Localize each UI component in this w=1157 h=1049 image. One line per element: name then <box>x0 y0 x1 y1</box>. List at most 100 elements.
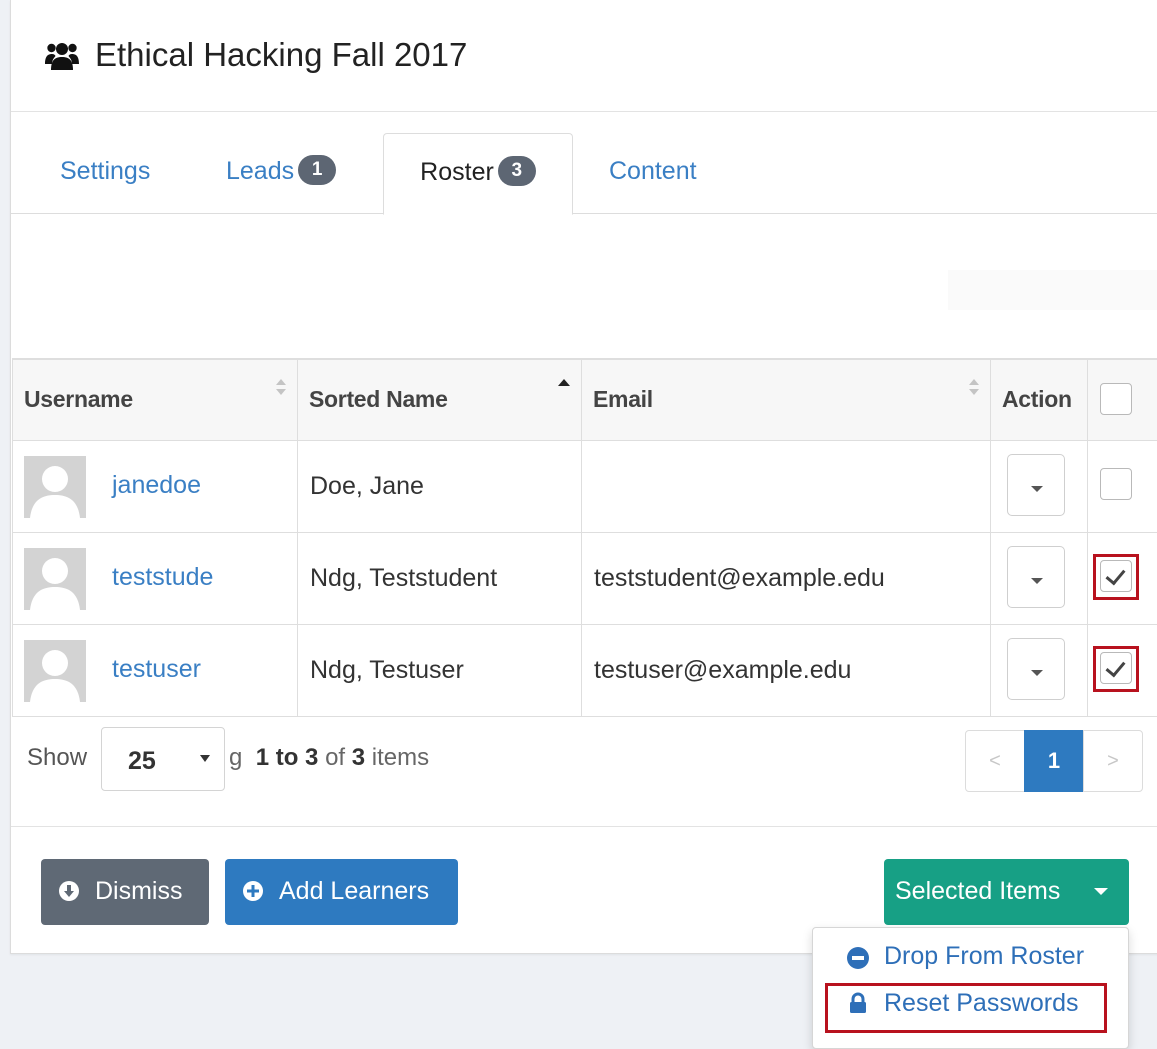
roster-table: Username Sorted Name Email <box>12 358 1157 717</box>
email-header-label: Email <box>593 386 653 413</box>
sort-ascending-icon <box>557 378 571 396</box>
action-cell <box>991 441 1088 533</box>
tab-leads-label: Leads <box>226 157 294 185</box>
action-cell <box>991 533 1088 625</box>
page-size-value: 25 <box>128 747 156 776</box>
username-header-label: Username <box>24 386 133 413</box>
reset-passwords-label: Reset Passwords <box>884 989 1079 1018</box>
dismiss-label: Dismiss <box>95 859 183 923</box>
dropdown-arrow-icon <box>200 755 210 762</box>
page-title: Ethical Hacking Fall 2017 <box>95 36 467 74</box>
paging-info-prefix: g <box>229 744 242 771</box>
tab-roster[interactable]: Roster3 <box>383 133 573 215</box>
column-header-select <box>1088 359 1157 441</box>
caret-down-icon <box>1094 888 1108 895</box>
table-row: janedoe Doe, Jane <box>13 441 1157 533</box>
footer-divider <box>11 826 1157 827</box>
toolbar-placeholder <box>948 270 1157 310</box>
paging-info: g 1 to 3 of 3 items <box>229 744 429 772</box>
username-link[interactable]: testuser <box>112 655 201 684</box>
avatar <box>24 640 86 702</box>
sorted-name-cell: Ndg, Testuser <box>298 625 582 717</box>
email-cell: teststudent@example.edu <box>582 533 991 625</box>
table-header-row: Username Sorted Name Email <box>13 359 1157 441</box>
email-cell <box>582 441 991 533</box>
sort-both-icon <box>968 378 980 396</box>
sorted-name-cell: Ndg, Teststudent <box>298 533 582 625</box>
action-cell <box>991 625 1088 717</box>
username-link[interactable]: teststude <box>112 563 213 592</box>
selected-items-menu: Drop From Roster Reset Passwords <box>812 927 1129 1049</box>
email-cell: testuser@example.edu <box>582 625 991 717</box>
tab-settings-label: Settings <box>60 157 150 185</box>
row-action-dropdown-button[interactable] <box>1007 638 1065 700</box>
column-header-sorted-name[interactable]: Sorted Name <box>298 359 582 441</box>
page-1-button[interactable]: 1 <box>1024 730 1084 792</box>
column-header-action: Action <box>991 359 1088 441</box>
caret-down-icon <box>1031 578 1043 584</box>
email-text: teststudent@example.edu <box>594 564 885 593</box>
paging-info-suffix: items <box>372 744 429 771</box>
plus-circle-icon <box>243 881 263 901</box>
tab-content-label: Content <box>609 157 697 185</box>
sorted-name-text: Ndg, Teststudent <box>310 564 497 593</box>
paging-info-of: of <box>325 744 345 771</box>
pagination: < 1 > <box>965 730 1143 792</box>
tab-content[interactable]: Content <box>609 133 697 212</box>
sort-both-icon <box>275 378 287 396</box>
username-link[interactable]: janedoe <box>112 471 201 500</box>
tab-bar: Settings Leads1 Roster3 Content <box>11 111 1157 214</box>
sorted-name-text: Doe, Jane <box>310 472 424 501</box>
paging-info-range: 1 to 3 <box>256 744 319 771</box>
leads-count-badge: 1 <box>298 155 336 185</box>
row-action-dropdown-button[interactable] <box>1007 454 1065 516</box>
show-label: Show <box>27 744 87 772</box>
add-learners-button[interactable]: Add Learners <box>225 859 458 925</box>
lock-icon <box>847 992 869 1014</box>
tab-settings[interactable]: Settings <box>60 133 150 212</box>
table-row: teststude Ndg, Teststudent teststudent@e… <box>13 533 1157 625</box>
sorted-name-text: Ndg, Testuser <box>310 656 464 685</box>
arrow-circle-down-icon <box>59 881 79 901</box>
username-cell: teststude <box>13 533 298 625</box>
panel-header: Ethical Hacking Fall 2017 <box>11 0 1157 112</box>
caret-down-icon <box>1031 670 1043 676</box>
row-select-checkbox[interactable] <box>1100 652 1132 684</box>
course-panel: Ethical Hacking Fall 2017 Settings Leads… <box>10 0 1157 954</box>
select-cell <box>1088 625 1157 717</box>
column-header-email[interactable]: Email <box>582 359 991 441</box>
checkmark-icon <box>1106 657 1126 678</box>
selected-items-dropdown-button[interactable]: Selected Items <box>884 859 1129 925</box>
username-cell: janedoe <box>13 441 298 533</box>
select-all-checkbox[interactable] <box>1100 383 1132 415</box>
add-learners-label: Add Learners <box>279 859 429 923</box>
checkmark-icon <box>1106 565 1126 586</box>
avatar <box>24 548 86 610</box>
paging-info-total: 3 <box>352 744 365 771</box>
caret-down-icon <box>1031 486 1043 492</box>
next-page-button[interactable]: > <box>1083 730 1143 792</box>
username-cell: testuser <box>13 625 298 717</box>
page-size-select[interactable]: 25 <box>101 727 225 791</box>
sorted-name-cell: Doe, Jane <box>298 441 582 533</box>
dismiss-button[interactable]: Dismiss <box>41 859 209 925</box>
row-select-checkbox[interactable] <box>1100 560 1132 592</box>
avatar <box>24 456 86 518</box>
select-cell <box>1088 533 1157 625</box>
email-text: testuser@example.edu <box>594 656 851 685</box>
roster-count-badge: 3 <box>498 156 536 186</box>
table-row: testuser Ndg, Testuser testuser@example.… <box>13 625 1157 717</box>
column-header-username[interactable]: Username <box>13 359 298 441</box>
row-action-dropdown-button[interactable] <box>1007 546 1065 608</box>
action-header-label: Action <box>1002 386 1072 413</box>
previous-page-button[interactable]: < <box>965 730 1025 792</box>
select-cell <box>1088 441 1157 533</box>
row-select-checkbox[interactable] <box>1100 468 1132 500</box>
tab-leads[interactable]: Leads1 <box>226 133 336 212</box>
minus-circle-icon <box>847 947 869 969</box>
drop-from-roster-label: Drop From Roster <box>884 942 1084 971</box>
users-icon <box>45 40 79 72</box>
selected-items-label: Selected Items <box>895 859 1060 923</box>
tab-roster-label: Roster <box>420 158 494 186</box>
sorted-name-header-label: Sorted Name <box>309 386 448 413</box>
